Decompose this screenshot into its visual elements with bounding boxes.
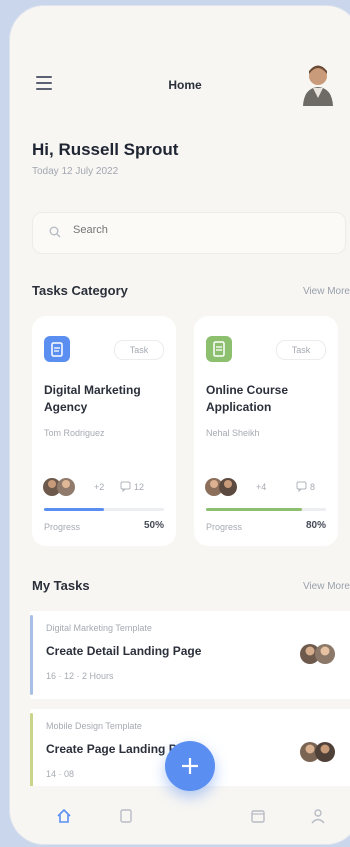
add-task-button[interactable] [165, 741, 215, 791]
document-icon [206, 336, 232, 362]
members-extra: +4 [256, 482, 267, 492]
search-icon [49, 226, 61, 238]
profile-icon[interactable] [310, 808, 326, 824]
task-meta: 16 · 12 · 2 Hours [46, 671, 114, 681]
plus-icon [182, 758, 198, 774]
task-avatars [300, 742, 335, 762]
card-subtitle: Tom Rodriguez [44, 428, 105, 438]
category-card-1[interactable]: Task Digital Marketing Agency Tom Rodrig… [32, 316, 176, 546]
member-avatars [205, 478, 237, 496]
home-icon[interactable] [56, 808, 72, 824]
my-tasks-title: My Tasks [32, 578, 90, 593]
comment-icon [296, 481, 307, 492]
progress-label: Progress [44, 522, 81, 532]
categories-view-more[interactable]: View More [303, 286, 350, 297]
progress-track [206, 508, 326, 511]
card-title: Online Course Application [206, 383, 289, 414]
progress-value: 80% [305, 520, 326, 531]
task-badge: Task [276, 340, 326, 360]
task-avatars [300, 644, 335, 664]
progress-value: 50% [143, 520, 164, 531]
page-title: Home [168, 78, 202, 92]
comment-icon [120, 481, 131, 492]
task-meta: 14 · 08 [46, 769, 75, 779]
category-card-2[interactable]: Task Online Course Application Nehal She… [194, 316, 338, 546]
task-project: Mobile Design Template [46, 721, 142, 731]
task-badge: Task [114, 340, 164, 360]
avatar[interactable] [300, 62, 336, 106]
member-avatars [43, 478, 75, 496]
progress-fill [44, 508, 104, 511]
members-extra: +2 [94, 482, 105, 492]
search-input[interactable] [71, 223, 315, 237]
task-item-1[interactable]: Digital Marketing Template Create Detail… [30, 611, 350, 699]
phone-screen: Home Hi, Russell Sprout Today 12 July 20… [10, 6, 350, 844]
document-icon[interactable] [118, 808, 134, 824]
calendar-icon[interactable] [250, 808, 266, 824]
task-accent-bar [30, 615, 33, 695]
card-title: Digital Marketing Agency [44, 383, 141, 414]
task-project: Digital Marketing Template [46, 623, 152, 633]
greeting-date: Today 12 July 2022 [32, 166, 119, 177]
comment-count: 12 [134, 482, 145, 492]
my-tasks-view-more[interactable]: View More [303, 581, 350, 592]
comment-count: 8 [310, 482, 316, 492]
bottom-nav [10, 786, 350, 844]
progress-label: Progress [206, 522, 243, 532]
top-bar: Home [10, 6, 350, 116]
search-box[interactable] [32, 212, 346, 254]
clipboard-icon [44, 336, 70, 362]
card-subtitle: Nehal Sheikh [206, 428, 260, 438]
categories-title: Tasks Category [32, 283, 128, 298]
progress-fill [206, 508, 302, 511]
task-title: Create Detail Landing Page [46, 644, 202, 658]
progress-track [44, 508, 164, 511]
greeting-title: Hi, Russell Sprout [32, 140, 179, 159]
task-accent-bar [30, 713, 33, 793]
